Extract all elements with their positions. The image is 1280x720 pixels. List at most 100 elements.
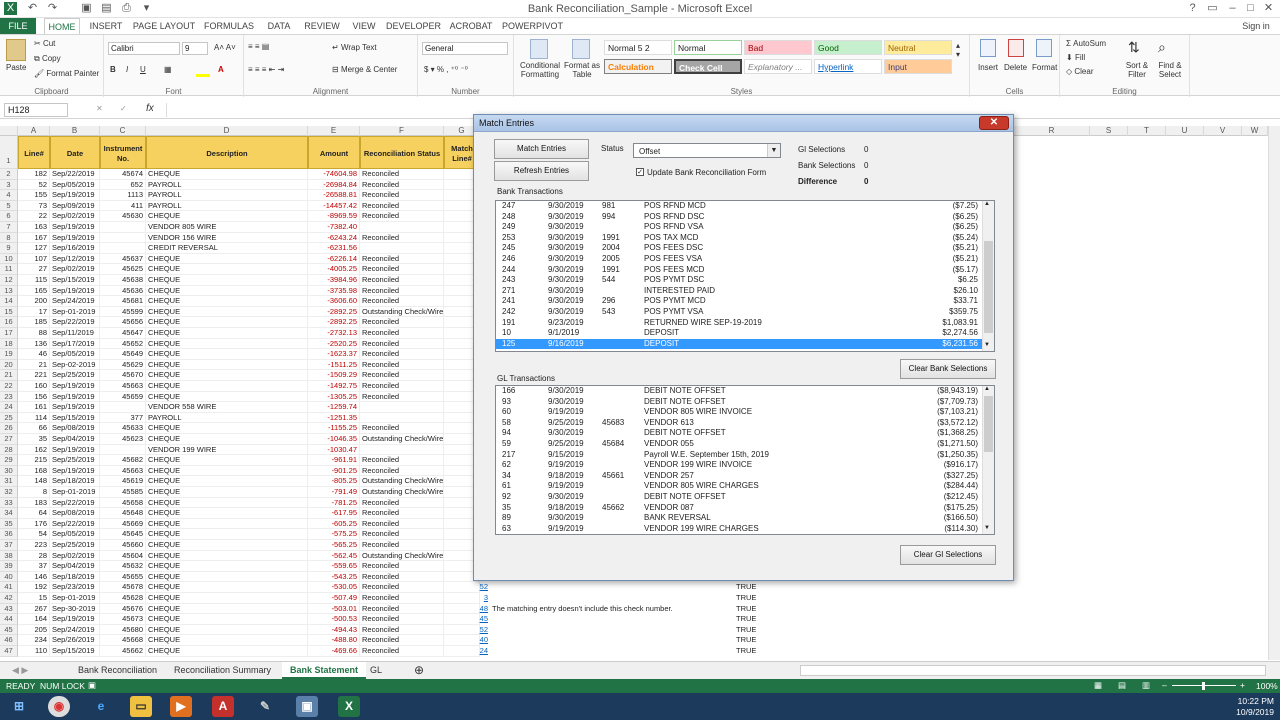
zoom-level[interactable]: 100% [1256,681,1278,691]
table-cell[interactable] [360,412,444,424]
table-cell[interactable]: 66 [18,423,50,434]
row-header[interactable]: 4 [0,190,18,201]
table-cell[interactable]: CHEQUE [146,296,308,307]
chrome-icon[interactable]: ◉ [48,696,70,717]
table-cell[interactable]: 165 [18,285,50,297]
table-cell[interactable]: 45619 [100,476,146,487]
header-line[interactable]: Line# [18,136,50,169]
table-cell[interactable]: 17 [18,306,50,318]
table-cell[interactable]: 15 [18,593,50,604]
conditional-formatting-icon[interactable] [530,39,548,59]
scroll-up-icon[interactable]: ▲ [984,386,990,392]
table-cell[interactable]: 37 [18,561,50,572]
row-header[interactable]: 36 [0,529,18,540]
table-cell[interactable]: 35 [18,434,50,445]
table-cell[interactable]: 45674 [100,169,146,180]
list-item[interactable]: 241 9/30/2019 296 POS PYMT MCD $33.71 [496,296,982,307]
table-cell[interactable]: 45633 [100,423,146,434]
table-cell[interactable]: 163 [18,222,50,233]
table-cell[interactable]: -805.25 [308,476,360,487]
table-cell[interactable]: Sep/22/2019 [50,497,100,509]
table-cell[interactable]: Reconciled [360,381,444,392]
table-cell[interactable]: Sep/02/2019 [50,264,100,275]
table-cell[interactable]: -2520.25 [308,338,360,350]
table-cell[interactable]: 45659 [100,391,146,403]
table-cell[interactable]: 45628 [100,593,146,604]
table-cell[interactable]: CHEQUE [146,264,308,275]
table-cell[interactable]: -503.01 [308,603,360,615]
font-color-icon[interactable]: A [218,65,224,74]
table-cell[interactable]: Sep/02/2019 [50,211,100,222]
row-header[interactable]: 9 [0,243,18,254]
new-sheet-icon[interactable]: ⊕ [406,662,432,679]
table-cell[interactable]: 45637 [100,253,146,265]
table-cell[interactable]: CHEQUE [146,306,308,318]
list-item[interactable]: 125 9/16/2019 DEPOSIT $6,231.56 [496,338,982,350]
list-item[interactable]: 93 9/30/2019 DEBIT NOTE OFFSET ($7,709.73) [496,397,982,408]
table-cell[interactable]: Sep/04/2019 [50,434,100,445]
table-cell[interactable]: Sep/19/2019 [50,444,100,456]
style-calculation[interactable]: Calculation [604,59,672,74]
style-neutral[interactable]: Neutral [884,40,952,55]
table-cell[interactable]: Sep/15/2019 [50,275,100,286]
page-layout-view-icon[interactable]: ▤ [1118,680,1126,691]
insert-button[interactable]: Insert [978,63,998,72]
table-cell[interactable]: 146 [18,571,50,583]
bank-scroll-thumb[interactable] [984,241,993,333]
style-normal[interactable]: Normal [674,40,742,55]
table-cell[interactable]: 73 [18,200,50,212]
table-cell[interactable]: Sep-30-2019 [50,603,100,615]
list-item[interactable]: 245 9/30/2019 2004 POS FEES DSC ($5.21) [496,243,982,254]
table-cell[interactable]: 45681 [100,296,146,307]
delete-cells-icon[interactable] [1008,39,1024,57]
close-window-icon[interactable]: ✕ [1262,2,1275,15]
table-cell[interactable]: Reconciled [360,349,444,360]
row-header[interactable]: 39 [0,561,18,572]
table-cell[interactable]: Sep/18/2019 [50,476,100,487]
table-cell[interactable]: Reconciled [360,646,444,657]
table-cell[interactable]: CHEQUE [146,370,308,381]
table-cell[interactable]: Sep/24/2019 [50,296,100,307]
table-cell[interactable]: Reconciled [360,264,444,275]
sheet-tab-reconciliation-summary[interactable]: Reconciliation Summary [166,662,279,679]
table-cell[interactable]: -1305.25 [308,391,360,403]
table-cell[interactable]: CHEQUE [146,338,308,350]
excel-taskbar-icon[interactable]: X [338,696,360,717]
table-cell[interactable]: 234 [18,635,50,646]
table-cell[interactable]: CHEQUE [146,391,308,403]
table-cell[interactable]: 267 [18,603,50,615]
row-header[interactable]: 19 [0,349,18,360]
sheet-tab-bank-reconciliation[interactable]: Bank Reconciliation [70,662,165,679]
table-cell[interactable]: CHEQUE [146,646,308,657]
table-cell[interactable]: 377 [100,412,146,424]
list-item[interactable]: 271 9/30/2019 INTERESTED PAID $26.10 [496,286,982,297]
list-item[interactable]: 89 9/30/2019 BANK REVERSAL ($166.50) [496,513,982,524]
table-cell[interactable]: Sep/11/2019 [50,328,100,339]
table-cell[interactable]: 156 [18,391,50,403]
table-cell[interactable]: CHEQUE [146,518,308,530]
table-cell[interactable]: CHEQUE [146,497,308,509]
table-cell[interactable]: Outstanding Check/Wire [360,306,444,318]
table-cell[interactable]: 21 [18,359,50,371]
col-header-c[interactable]: C [100,126,146,136]
table-cell[interactable]: CHEQUE [146,529,308,540]
row-header[interactable]: 17 [0,328,18,339]
row-header[interactable]: 27 [0,434,18,445]
scroll-down-icon[interactable]: ▼ [984,342,990,348]
list-item[interactable]: 217 9/15/2019 Payroll W.E. September 15th,… [496,450,982,461]
help-icon[interactable]: ? [1186,2,1199,15]
list-item[interactable]: 246 9/30/2019 2005 POS FEES VSA ($5.21) [496,254,982,265]
table-cell[interactable]: Reconciled [360,200,444,212]
table-cell[interactable] [100,402,146,413]
merge-center-button[interactable]: ⊟ Merge & Center [332,65,397,74]
table-cell[interactable]: 127 [18,243,50,254]
style-good[interactable]: Good [814,40,882,55]
table-cell[interactable]: CHEQUE [146,317,308,328]
list-item[interactable]: 242 9/30/2019 543 POS PYMT VSA $359.75 [496,307,982,318]
table-cell[interactable]: 45668 [100,635,146,646]
row-header[interactable]: 30 [0,465,18,477]
border-icon[interactable]: ▦ [164,65,172,74]
match-entries-button[interactable]: Match Entries [494,139,589,159]
table-cell[interactable]: Sep/19/2019 [50,285,100,297]
match-line-link[interactable]: 45 [462,614,490,625]
